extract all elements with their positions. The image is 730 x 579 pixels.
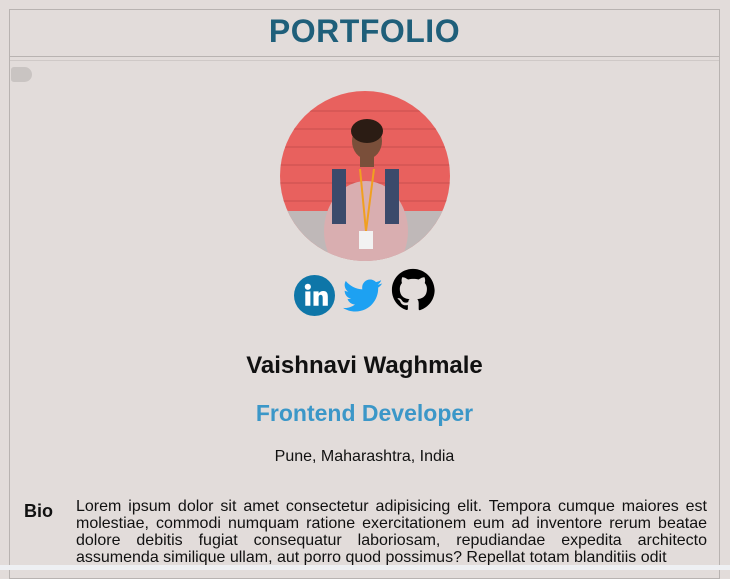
profile-location: Pune, Maharashtra, India	[274, 448, 455, 465]
twitter-icon[interactable]	[343, 279, 383, 318]
bio-text: Lorem ipsum dolor sit amet consectetur a…	[76, 498, 707, 566]
page-header: PORTFOLIO	[10, 10, 719, 57]
bottom-scrollbar[interactable]	[0, 565, 730, 570]
bio-label: Bio	[24, 501, 53, 521]
profile-name: Vaishnavi Waghmale	[246, 352, 483, 379]
profile-role: Frontend Developer	[255, 400, 474, 426]
social-links	[10, 268, 719, 321]
header-divider	[10, 60, 719, 61]
profile-photo	[280, 91, 450, 261]
linkedin-icon[interactable]	[294, 275, 335, 321]
theme-toggle[interactable]	[11, 67, 32, 82]
page-frame: PORTFOLIO Vaishnavi Waghmale Frontend De…	[9, 9, 720, 579]
page-title: PORTFOLIO	[268, 12, 461, 49]
github-icon[interactable]	[391, 268, 435, 317]
